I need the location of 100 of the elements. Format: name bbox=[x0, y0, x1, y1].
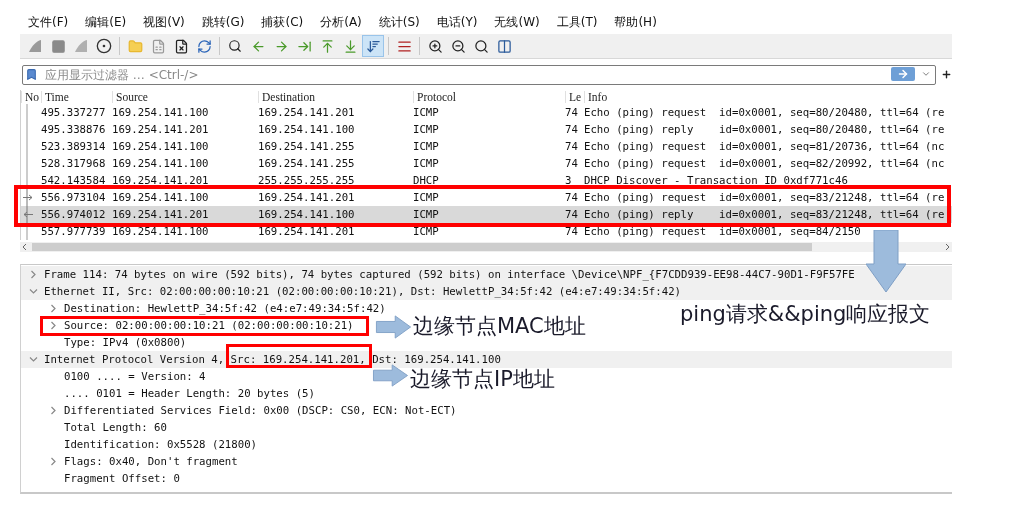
table-cell-text: ICMP bbox=[413, 140, 440, 153]
table-cell-text: 74 bbox=[565, 106, 579, 119]
menu-item[interactable]: 分析(A) bbox=[320, 13, 362, 31]
tree-item[interactable]: Flags: 0x40, Don't fragment bbox=[21, 453, 242, 470]
horizontal-scrollbar[interactable] bbox=[20, 242, 952, 252]
menu-item[interactable]: 文件(F) bbox=[28, 13, 69, 31]
menu-item[interactable]: 跳转(G) bbox=[201, 13, 245, 31]
column-header[interactable]: Le bbox=[565, 91, 584, 103]
autoscroll-icon bbox=[365, 38, 381, 54]
bookmark-icon bbox=[25, 67, 38, 81]
annotation-text: 边缘节点IP地址 bbox=[410, 369, 555, 390]
chevron-icon bbox=[49, 457, 58, 466]
tree-item[interactable]: Ethernet II, Src: 02:00:00:00:10:21 (02:00:00:00:10:21), Dst: HewlettP_34:5f:42 (e4:e7:49:34:5f:42) bbox=[21, 283, 952, 300]
menu-item[interactable]: 无线(W) bbox=[494, 13, 540, 31]
folder-icon bbox=[127, 38, 143, 54]
annotation-text: 边缘节点MAC地址 bbox=[413, 316, 586, 337]
table-cell-text: 74 bbox=[565, 225, 579, 238]
reply-arrow-icon bbox=[21, 206, 35, 223]
table-cell-text: ICMP bbox=[413, 208, 440, 221]
table-cell-text: 169.254.141.201 bbox=[112, 123, 210, 136]
column-header[interactable]: Protocol bbox=[413, 91, 565, 103]
right-arrow-icon bbox=[372, 364, 409, 387]
tree-item[interactable]: Destination: HewlettP_34:5f:42 (e4:e7:49:34:5f:42) bbox=[21, 300, 390, 317]
menu-item[interactable]: 电话(Y) bbox=[436, 13, 478, 31]
table-cell-text: 3 bbox=[565, 174, 573, 187]
table-cell-text: 169.254.141.100 bbox=[112, 140, 210, 153]
tree-item[interactable]: Frame 114: 74 bytes on wire (592 bits), 74 bytes captured (592 bits) on interface \Device\NPF_{F7CDD939-EE98-44C7-90D1-F9F57FE bbox=[21, 266, 952, 283]
column-header[interactable]: Source bbox=[112, 91, 258, 103]
filter-field[interactable]: 应用显示过滤器 … <Ctrl-/> bbox=[22, 65, 936, 85]
table-cell-text: 495.337277 bbox=[41, 106, 107, 119]
table-cell-text: 169.254.141.100 bbox=[112, 225, 210, 238]
table-cell-text: ICMP bbox=[413, 225, 440, 238]
chevron-icon bbox=[29, 355, 38, 364]
table-cell-text: 556.973104 bbox=[41, 191, 107, 204]
table-cell-text: Echo (ping) request id=0x0001, seq=82/20992, ttl=64 (nc bbox=[584, 157, 946, 170]
table-cell-text: ICMP bbox=[413, 106, 440, 119]
column-header[interactable]: Destination bbox=[258, 91, 413, 103]
packet-row[interactable]: 556.974012 169.254.141.201 169.254.141.100 ICMP 74 Echo (ping) reply id=0x0001, seq=83/21248, ttl=64 (re bbox=[21, 206, 952, 223]
menu-item[interactable]: 统计(S) bbox=[378, 13, 420, 31]
tree-item[interactable]: Internet Protocol Version 4, Src: 169.254.141.201, Dst: 169.254.141.100 bbox=[21, 351, 952, 368]
menu-item[interactable]: 帮助(H) bbox=[614, 13, 657, 31]
table-cell-text: DHCP bbox=[413, 174, 440, 187]
table-cell-text: Echo (ping) request id=0x0001, seq=80/20480, ttl=64 (re bbox=[584, 106, 946, 119]
table-cell-text: 169.254.141.100 bbox=[112, 106, 210, 119]
table-cell-text: 74 bbox=[565, 157, 579, 170]
apply-button[interactable] bbox=[891, 67, 915, 81]
shark-fin-icon bbox=[27, 38, 43, 54]
table-cell-text: 542.143584 bbox=[41, 174, 107, 187]
table-cell-text: 169.254.141.100 bbox=[258, 123, 356, 136]
tree-item[interactable]: Identification: 0x5528 (21800) bbox=[21, 436, 262, 453]
table-cell-text: Echo (ping) reply id=0x0001, seq=83/21248, ttl=64 (re bbox=[584, 208, 946, 221]
tree-item[interactable]: Differentiated Services Field: 0x00 (DSCP: CS0, ECN: Not-ECT) bbox=[21, 402, 461, 419]
tree-item[interactable]: Type: IPv4 (0x0800) bbox=[21, 334, 191, 351]
down-arrow-icon bbox=[866, 230, 906, 292]
menu-item[interactable]: 视图(V) bbox=[143, 13, 185, 31]
table-cell-text: DHCP Discover - Transaction ID 0xdf771c46 bbox=[584, 174, 849, 187]
autoscroll-button[interactable] bbox=[362, 35, 384, 57]
arrow-right-icon bbox=[273, 38, 289, 54]
lines-icon bbox=[396, 38, 412, 54]
table-cell-text: 74 bbox=[565, 208, 579, 221]
column-header[interactable]: Info bbox=[584, 91, 952, 103]
plus-icon bbox=[940, 68, 952, 80]
request-arrow-icon bbox=[21, 189, 35, 206]
column-header[interactable]: No bbox=[21, 91, 41, 103]
table-cell-text: 169.254.141.255 bbox=[258, 140, 356, 153]
table-cell-text: 495.338876 bbox=[41, 123, 107, 136]
search-icon bbox=[228, 39, 242, 53]
table-cell-text: 255.255.255.255 bbox=[258, 174, 356, 187]
zoom-in-icon bbox=[427, 38, 443, 54]
table-cell-text: ICMP bbox=[413, 157, 440, 170]
table-cell-text: 74 bbox=[565, 191, 579, 204]
tree-item[interactable]: Total Length: 60 bbox=[21, 419, 171, 436]
menu-item[interactable]: 编辑(E) bbox=[85, 13, 127, 31]
columns-icon bbox=[496, 38, 512, 54]
table-cell-text: 556.974012 bbox=[41, 208, 107, 221]
tree-item[interactable]: Fragment Offset: 0 bbox=[21, 470, 184, 487]
table-cell-text: 528.317968 bbox=[41, 157, 107, 170]
table-cell-text: Echo (ping) request id=0x0001, seq=83/21248, ttl=64 (re bbox=[584, 191, 946, 204]
table-cell-text: 169.254.141.201 bbox=[258, 225, 356, 238]
table-cell-text: ICMP bbox=[413, 123, 440, 136]
menu-item[interactable]: 工具(T) bbox=[556, 13, 598, 31]
column-header[interactable]: Time bbox=[41, 91, 112, 103]
table-cell-text: Echo (ping) request id=0x0001, seq=84/2150 bbox=[584, 225, 862, 238]
tree-item[interactable]: 0100 .... = Version: 4 bbox=[21, 368, 210, 385]
table-cell-text: 169.254.141.100 bbox=[258, 208, 356, 221]
chevron-icon bbox=[49, 406, 58, 415]
tree-item[interactable]: .... 0101 = Header Length: 20 bytes (5) bbox=[21, 385, 319, 402]
table-cell-text: 169.254.141.201 bbox=[258, 191, 356, 204]
tree-item[interactable]: Source: 02:00:00:00:10:21 (02:00:00:00:10:21) bbox=[21, 317, 358, 334]
shark-fin-icon bbox=[73, 38, 89, 54]
reload-icon bbox=[196, 38, 212, 54]
right-arrow-icon bbox=[375, 315, 412, 339]
table-cell-text: 169.254.141.201 bbox=[112, 208, 210, 221]
close-file-icon bbox=[173, 38, 189, 54]
table-cell-text: Echo (ping) reply id=0x0001, seq=80/20480, ttl=64 (re bbox=[584, 123, 946, 136]
menu-item[interactable]: 捕获(C) bbox=[261, 13, 304, 31]
table-cell-text: 169.254.141.201 bbox=[112, 174, 210, 187]
table-cell-text: Echo (ping) request id=0x0001, seq=81/20736, ttl=64 (nc bbox=[584, 140, 946, 153]
table-cell-text: 169.254.141.100 bbox=[112, 157, 210, 170]
chevron-down-icon bbox=[921, 69, 931, 79]
